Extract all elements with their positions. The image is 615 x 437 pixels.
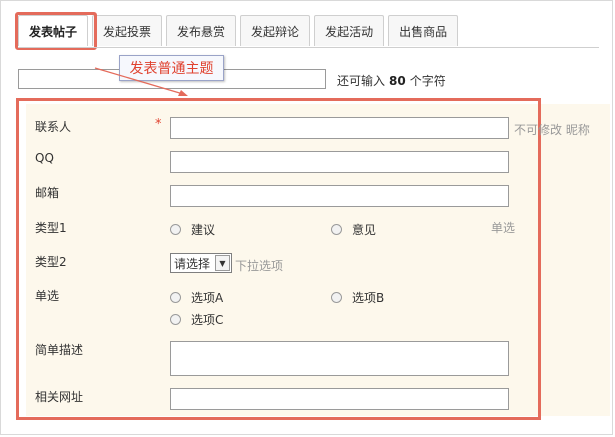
radio-circle-icon [331,292,342,303]
radio-option-b[interactable]: 选项B [331,289,384,306]
radio-circle-icon [331,224,342,235]
url-input[interactable] [170,388,509,410]
radio-label: 意见 [352,223,377,237]
dropdown-arrow-icon[interactable]: ▼ [215,255,230,271]
radio-opinion[interactable]: 意见 [331,221,376,238]
radio-circle-icon [170,292,181,303]
description-label: 简单描述 [35,343,84,357]
type1-label: 类型1 [35,221,67,235]
tab-start-poll[interactable]: 发起投票 [92,15,163,46]
contact-input[interactable] [170,117,509,139]
description-textarea[interactable] [170,341,509,376]
radio-circle-icon [170,224,181,235]
radio-label: 选项B [352,291,385,305]
email-input[interactable] [170,185,509,207]
url-label: 相关网址 [35,390,84,404]
type2-select[interactable]: 请选择 ▼ [170,253,232,273]
tab-start-activity[interactable]: 发起活动 [314,15,385,46]
contact-hint: 不可修改 昵称 [514,123,590,137]
required-mark: * [155,117,162,132]
type2-label: 类型2 [35,255,67,269]
radio-option-a[interactable]: 选项A [170,289,223,306]
radio-label: 建议 [191,223,216,237]
qq-input[interactable] [170,151,509,173]
single-choice-label: 单选 [35,289,60,303]
tab-highlight-box [15,12,97,50]
radio-circle-icon [170,314,181,325]
email-label: 邮箱 [35,186,60,200]
tabs-divider [18,47,599,48]
radio-label: 选项A [191,291,224,305]
annotation-tooltip: 发表普通主题 [119,55,224,81]
tab-post-reward[interactable]: 发布悬赏 [166,15,237,46]
type1-hint: 单选 [491,221,516,235]
tab-sell-goods[interactable]: 出售商品 [388,15,459,46]
radio-label: 选项C [191,313,224,327]
radio-option-c[interactable]: 选项C [170,311,223,328]
contact-label: 联系人 [35,120,72,134]
tab-start-debate[interactable]: 发起辩论 [240,15,311,46]
qq-label: QQ [35,151,54,165]
select-value: 请选择 [174,256,211,271]
type2-hint: 下拉选项 [235,259,284,273]
radio-suggestion[interactable]: 建议 [170,221,215,238]
title-char-counter: 还可输入 80 个字符 [337,74,446,88]
